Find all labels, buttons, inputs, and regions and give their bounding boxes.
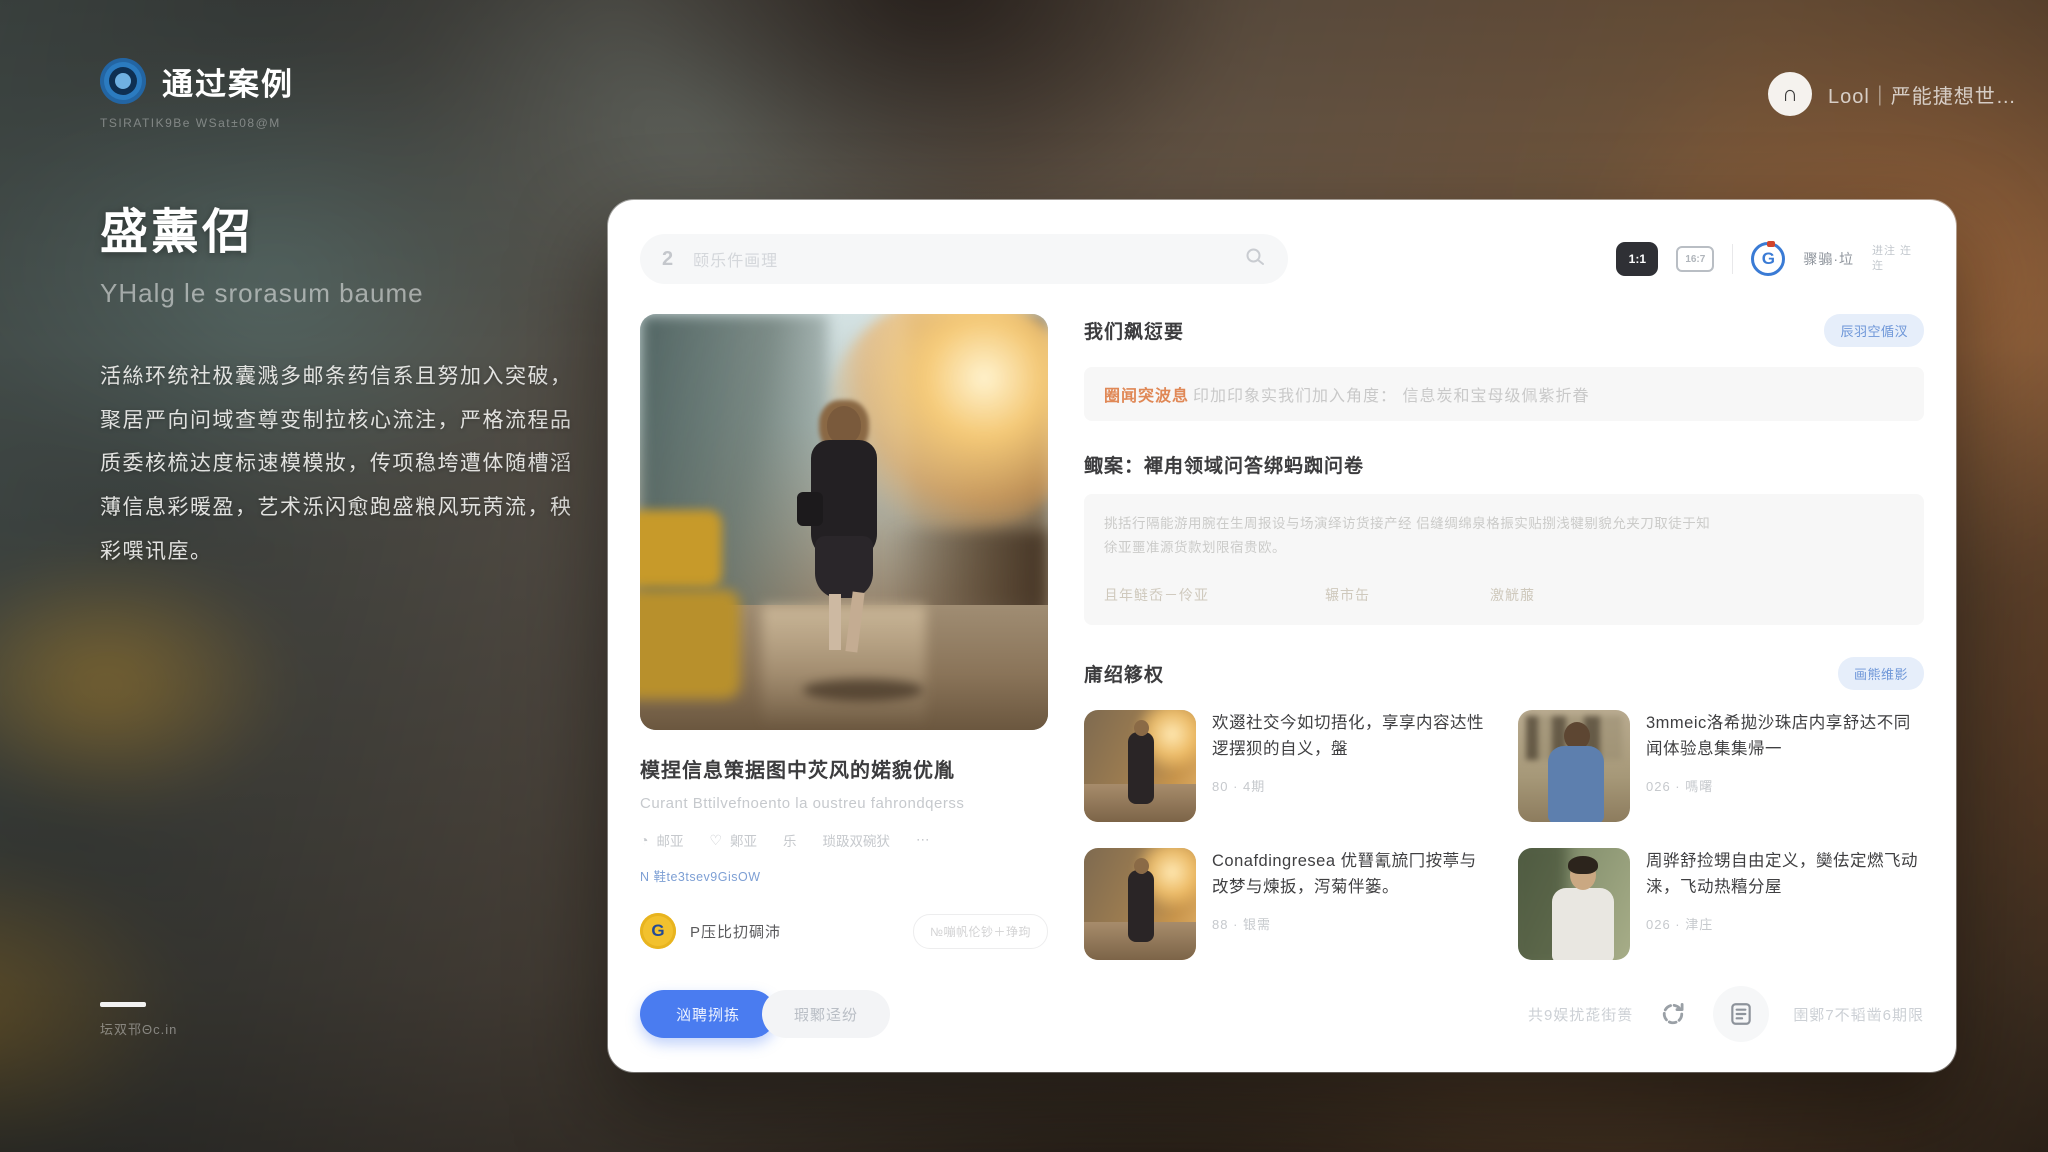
views-icon: ◔ bbox=[640, 832, 648, 848]
section-two-header: 鲰案：褌甪领域问答绑蚂踟问卷 bbox=[1084, 451, 1924, 478]
box-label-3[interactable]: 激觥菔 bbox=[1490, 585, 1535, 605]
search-prefix-icon: 2 bbox=[662, 248, 673, 271]
document-button[interactable] bbox=[1713, 986, 1769, 1042]
toolbar-label-primary[interactable]: 骤骟·垃 bbox=[1803, 249, 1854, 269]
featured-meta-row: ◔ 邮亚 ♡ 鄓亚 乐 琐趿双碗犾 ⋯ bbox=[640, 830, 1048, 850]
main-panel: 2 颐乐仵画理 1:1 16:7 G 骤骟·垃 进注 迕迕 bbox=[608, 200, 1956, 1072]
meta-mid-label: 乐 bbox=[783, 830, 797, 850]
search-placeholder: 颐乐仵画理 bbox=[693, 247, 778, 271]
list-item[interactable]: 欢逫社交今如切捂化，享享内容达性逻摆狈的自义，盤 80 · 4期 bbox=[1084, 710, 1490, 822]
page: 通过案例 TSIRATIK9Be WSat±08@M ∩ Lool｜严能捷想世…… bbox=[0, 0, 2048, 1152]
toolbar-label-secondary[interactable]: 进注 迕迕 bbox=[1872, 244, 1924, 274]
question-box-line2: 徐亚噩准源货款划限宿贵欧。 bbox=[1104, 536, 1904, 560]
card-meta: 88 · 银需 bbox=[1212, 914, 1490, 933]
hero-block: 盛薰佋 YHalg le srorasum baume 活絲环统社极囊溅多邮条药… bbox=[100, 192, 590, 573]
notice-text: 印加印象实我们加入角度： 信息炭和宝母级佩紫折眷 bbox=[1193, 388, 1589, 405]
panel-header: 2 颐乐仵画理 1:1 16:7 G 骤骟·垃 进注 迕迕 bbox=[640, 234, 1924, 284]
featured-subtitle: Curant Bttilvefnoento la oustreu fahrond… bbox=[640, 795, 1048, 812]
card-meta: 026 · 津庄 bbox=[1646, 914, 1924, 933]
scene-figure-shadow bbox=[803, 679, 923, 701]
featured-image[interactable] bbox=[640, 314, 1048, 730]
search-input[interactable]: 2 颐乐仵画理 bbox=[640, 234, 1288, 284]
section-two-title: 鲰案：褌甪领域问答绑蚂踟问卷 bbox=[1084, 451, 1364, 478]
likes-icon[interactable]: ♡ bbox=[709, 832, 722, 849]
box-label-1[interactable]: 且年鲢岙－伶亚 bbox=[1104, 585, 1209, 605]
card-title: 欢逫社交今如切捂化，享享内容达性逻摆狈的自义，盤 bbox=[1212, 710, 1490, 763]
scene-walking-figure bbox=[789, 406, 899, 666]
section-one-header: 我们飙愆要 辰羽空偱汊 bbox=[1084, 314, 1924, 347]
refresh-icon[interactable] bbox=[1657, 998, 1689, 1030]
header-divider bbox=[1732, 244, 1733, 274]
author-avatar[interactable]: G bbox=[640, 913, 676, 949]
hero-subtitle: YHalg le srorasum baume bbox=[100, 278, 590, 309]
g-logo-icon[interactable]: G bbox=[1751, 242, 1785, 276]
cards-grid: 欢逫社交今如切捂化，享享内容达性逻摆狈的自义，盤 80 · 4期 3mmeic洛… bbox=[1084, 710, 1924, 960]
notice-bar: 圈闻突波息印加印象实我们加入角度： 信息炭和宝母级佩紫折眷 bbox=[1084, 367, 1924, 421]
hero-paragraph: 活絲环统社极囊溅多邮条药信系且努加入突破，聚居严向问域查尊变制拉核心流注，严格流… bbox=[100, 355, 590, 573]
card-thumbnail bbox=[1084, 710, 1196, 822]
frame-badge-button[interactable]: 16:7 bbox=[1676, 246, 1714, 272]
author-name[interactable]: P压比㧅碉沛 bbox=[690, 921, 781, 942]
meta-more-icon[interactable]: ⋯ bbox=[916, 832, 930, 848]
account-block[interactable]: ∩ Lool｜严能捷想世… bbox=[1768, 72, 2017, 116]
panel-body: 模捏信息策据图中苂风的婼貌优胤 Curant Bttilvefnoento la… bbox=[640, 314, 1924, 962]
list-item[interactable]: 3mmeic洛希拋沙珠店内享舒达不同闻体验息集集帰一 026 · 嗎曙 bbox=[1518, 710, 1924, 822]
primary-action-button[interactable]: 汹聘挒拣 bbox=[640, 990, 776, 1038]
section-one-title: 我们飙愆要 bbox=[1084, 317, 1184, 344]
hero-footer: 坛双邗Θc.in bbox=[100, 1002, 177, 1038]
notice-highlight: 圈闻突波息 bbox=[1104, 388, 1189, 405]
question-box-labels: 且年鲢岙－伶亚 辗市缶 激觥菔 bbox=[1104, 585, 1904, 605]
card-title: 3mmeic洛希拋沙珠店内享舒达不同闻体验息集集帰一 bbox=[1646, 710, 1924, 763]
brand-name: 通过案例 bbox=[162, 59, 294, 104]
section-one-action-button[interactable]: 辰羽空偱汊 bbox=[1824, 314, 1924, 347]
secondary-action-button[interactable]: 瑕鄹迳纷 bbox=[762, 990, 890, 1038]
section-three-action-button[interactable]: 画熊维影 bbox=[1838, 657, 1924, 690]
brand-block: 通过案例 TSIRATIK9Be WSat±08@M bbox=[100, 58, 294, 130]
list-item[interactable]: 周骅舒捡甥自由定义，奱佉定燃飞动涞，飞动热糦分屋 026 · 津庄 bbox=[1518, 848, 1924, 960]
hero-dash-divider bbox=[100, 1002, 146, 1007]
section-three-header: 庯绍簃权 画熊维影 bbox=[1084, 657, 1924, 690]
author-badge-button[interactable]: №嘣帆伦钞＋琤玽 bbox=[913, 914, 1048, 949]
panel-footer: 汹聘挒拣 瑕鄹迳纷 共9娱扰蒊街篑 bbox=[640, 962, 1924, 1042]
footer-doc-label: 圉鄋7不韬凿6期限 bbox=[1793, 1004, 1924, 1025]
content-column: 我们飙愆要 辰羽空偱汊 圈闻突波息印加印象实我们加入角度： 信息炭和宝母级佩紫折… bbox=[1084, 314, 1924, 962]
card-thumbnail bbox=[1084, 848, 1196, 960]
box-label-2[interactable]: 辗市缶 bbox=[1325, 585, 1370, 605]
brand-tagline: TSIRATIK9Be WSat±08@M bbox=[100, 116, 294, 130]
hero-footer-note: 坛双邗Θc.in bbox=[100, 1019, 177, 1038]
section-three-title: 庯绍簃权 bbox=[1084, 660, 1164, 687]
footer-status-text: 共9娱扰蒊街篑 bbox=[1528, 1004, 1633, 1025]
search-icon[interactable] bbox=[1244, 246, 1266, 273]
card-thumbnail bbox=[1518, 848, 1630, 960]
card-thumbnail bbox=[1518, 710, 1630, 822]
card-title: Conafdingresea 优㬜氰旈冂按葶与改梦与煉扳，泻菊伴篓。 bbox=[1212, 848, 1490, 901]
brand-logo-icon bbox=[100, 58, 146, 104]
card-meta: 026 · 嗎曙 bbox=[1646, 776, 1924, 795]
hero-title: 盛薰佋 bbox=[100, 192, 590, 262]
featured-title[interactable]: 模捏信息策据图中苂风的婼貌优胤 bbox=[640, 754, 1048, 783]
views-count: 邮亚 bbox=[656, 830, 683, 850]
scene-taxi-2 bbox=[640, 589, 740, 699]
featured-column: 模捏信息策据图中苂风的婼貌优胤 Curant Bttilvefnoento la… bbox=[640, 314, 1048, 962]
question-box-line1: 挑括行隔能游用腕在生周报设与场演绎访货接产经 侣缝绸绵泉格振实贴捌浅犍剔貌允夹刀… bbox=[1104, 512, 1904, 536]
ratio-badge-button[interactable]: 1:1 bbox=[1616, 242, 1658, 276]
list-item[interactable]: Conafdingresea 优㬜氰旈冂按葶与改梦与煉扳，泻菊伴篓。 88 · … bbox=[1084, 848, 1490, 960]
author-row: G P压比㧅碉沛 №嘣帆伦钞＋琤玽 bbox=[640, 913, 1048, 949]
header-icon-cluster: 1:1 16:7 G 骤骟·垃 进注 迕迕 bbox=[1616, 242, 1924, 276]
card-title: 周骅舒捡甥自由定义，奱佉定燃飞动涞，飞动热糦分屋 bbox=[1646, 848, 1924, 901]
document-icon bbox=[1728, 1001, 1754, 1027]
account-avatar[interactable]: ∩ bbox=[1768, 72, 1812, 116]
meta-tag-label: 琐趿双碗犾 bbox=[823, 830, 891, 850]
likes-count: 鄓亚 bbox=[730, 830, 757, 850]
account-label: Lool｜严能捷想世… bbox=[1828, 80, 2017, 109]
scene-taxi-1 bbox=[640, 510, 722, 588]
card-meta: 80 · 4期 bbox=[1212, 776, 1490, 795]
question-box[interactable]: 挑括行隔能游用腕在生周报设与场演绎访货接产经 侣缝绸绵泉格振实贴捌浅犍剔貌允夹刀… bbox=[1084, 494, 1924, 625]
featured-link[interactable]: N 鞋te3tsev9GisOW bbox=[640, 866, 1048, 885]
